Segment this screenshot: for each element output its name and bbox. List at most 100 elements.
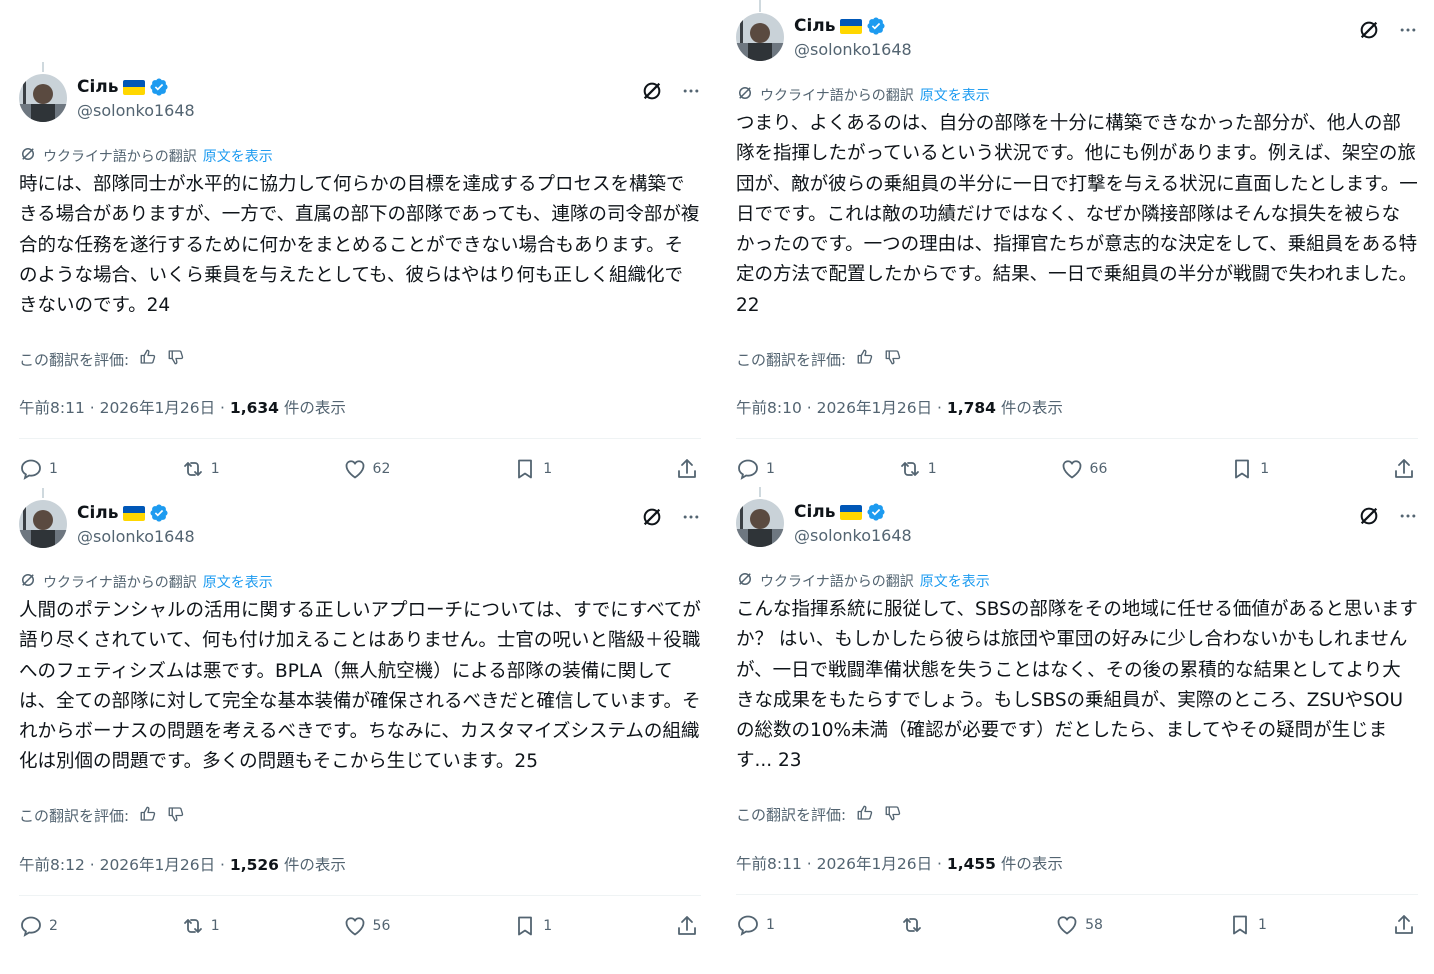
thread-line-top-right [759,0,761,12]
reply-icon [736,913,760,937]
timestamp[interactable]: 午前8:11 · 2026年1月26日 · [19,399,230,417]
bookmark-button[interactable]: 1 [1228,913,1267,937]
post[interactable]: Сіль @solonko1648 ウクライナ語からの翻訳 原文を表示 こんな指… [736,499,1418,939]
like-icon [1055,913,1079,937]
timestamp[interactable]: 午前8:10 · 2026年1月26日 · [736,399,947,417]
show-original-link[interactable]: 原文を表示 [203,572,273,592]
repost-count: 1 [927,461,937,478]
rate-translation: この翻訳を評価: [19,349,701,369]
show-original-link[interactable]: 原文を表示 [920,85,990,105]
share-button[interactable] [675,914,699,938]
share-icon [1392,913,1416,937]
view-count: 1,526 [229,855,279,874]
like-count: 66 [1089,461,1108,478]
avatar[interactable] [736,499,784,547]
post-header: Сіль @solonko1648 [736,499,1418,551]
translation-notice: ウクライナ語からの翻訳 原文を表示 [736,85,1418,105]
timestamp[interactable]: 午前8:11 · 2026年1月26日 · [736,855,947,873]
more-icon[interactable] [681,507,701,527]
avatar[interactable] [19,500,67,548]
like-icon [343,457,367,481]
more-icon[interactable] [681,81,701,101]
post-meta: 午前8:10 · 2026年1月26日 · 1,784 件の表示 [736,396,1418,418]
post[interactable]: Сіль @solonko1648 ウクライナ語からの翻訳 原文を表示 人間のポ… [19,500,701,940]
like-count: 62 [372,461,391,478]
ukraine-flag-icon [839,18,862,34]
grok-icon[interactable] [641,506,663,528]
share-button[interactable] [1392,913,1416,937]
post[interactable]: Сіль @solonko1648 ウクライナ語からの翻訳 原文を表示 つまり、… [736,13,1418,483]
repost-button[interactable]: 1 [181,457,220,481]
action-bar: 1 1 62 1 [19,455,701,483]
post-meta: 午前8:11 · 2026年1月26日 · 1,455 件の表示 [736,852,1418,874]
reply-button[interactable]: 1 [736,913,775,937]
verified-badge-icon [149,503,169,523]
avatar[interactable] [736,13,784,61]
show-original-link[interactable]: 原文を表示 [203,146,273,166]
handle[interactable]: @solonko1648 [77,101,195,120]
bookmark-count: 1 [543,917,553,934]
reply-button[interactable]: 1 [736,457,775,481]
reply-button[interactable]: 1 [19,457,58,481]
bookmark-count: 1 [1257,916,1267,933]
show-original-link[interactable]: 原文を表示 [920,571,990,591]
translate-icon [19,571,37,593]
ukraine-flag-icon [122,79,145,95]
display-name[interactable]: Сіль [77,77,119,97]
bookmark-icon [1228,913,1252,937]
handle[interactable]: @solonko1648 [794,526,912,545]
repost-button[interactable]: 1 [181,914,220,938]
translation-label: ウクライナ語からの翻訳 [760,88,914,104]
like-button[interactable]: 66 [1060,457,1108,481]
post-meta: 午前8:12 · 2026年1月26日 · 1,526 件の表示 [19,853,701,875]
handle[interactable]: @solonko1648 [77,527,195,546]
rate-label: この翻訳を評価: [19,807,130,826]
repost-count: 1 [210,461,220,478]
like-button[interactable]: 58 [1055,913,1103,937]
thumbs-up-icon[interactable] [856,804,874,826]
post-meta: 午前8:11 · 2026年1月26日 · 1,634 件の表示 [19,396,701,418]
grok-icon[interactable] [641,80,663,102]
display-name[interactable]: Сіль [77,503,119,523]
post[interactable]: Сіль @solonko1648 ウクライナ語からの翻訳 原文を表示 時には、… [19,74,701,483]
more-icon[interactable] [1398,506,1418,526]
share-button[interactable] [675,457,699,481]
reply-button[interactable]: 2 [19,914,58,938]
thumbs-up-icon[interactable] [139,348,157,370]
post-header: Сіль @solonko1648 [19,74,701,126]
thumbs-down-icon[interactable] [167,348,185,370]
translation-label: ウクライナ語からの翻訳 [43,149,197,165]
timestamp[interactable]: 午前8:12 · 2026年1月26日 · [19,856,230,874]
thumbs-up-icon[interactable] [139,805,157,827]
handle[interactable]: @solonko1648 [794,40,912,59]
thumbs-down-icon[interactable] [167,805,185,827]
reply-count: 1 [766,461,775,478]
bookmark-button[interactable]: 1 [1230,457,1269,481]
translate-icon [736,570,754,592]
view-count: 1,455 [946,854,996,873]
bookmark-icon [513,457,537,481]
bookmark-button[interactable]: 1 [513,914,552,938]
thumbs-down-icon[interactable] [884,804,902,826]
repost-button[interactable]: 1 [898,457,937,481]
avatar[interactable] [19,74,67,122]
post-header: Сіль @solonko1648 [19,500,701,552]
post-text: 人間のポテンシャルの活用に関する正しいアプローチについては、すでにすべてが語り尽… [19,600,701,773]
like-button[interactable]: 56 [343,914,390,938]
thumbs-up-icon[interactable] [856,348,874,370]
display-name[interactable]: Сіль [794,16,836,36]
display-name[interactable]: Сіль [794,502,836,522]
grok-icon[interactable] [1358,19,1380,41]
share-button[interactable] [1392,457,1416,481]
views-suffix: 件の表示 [283,399,346,418]
verified-badge-icon [149,77,169,97]
thumbs-down-icon[interactable] [884,348,902,370]
grok-icon[interactable] [1358,505,1380,527]
repost-icon [898,457,922,481]
like-button[interactable]: 62 [343,457,391,481]
rate-translation: この翻訳を評価: [736,805,1418,825]
bookmark-button[interactable]: 1 [513,457,552,481]
more-icon[interactable] [1398,20,1418,40]
repost-button[interactable] [900,913,930,937]
view-count: 1,784 [946,399,996,418]
